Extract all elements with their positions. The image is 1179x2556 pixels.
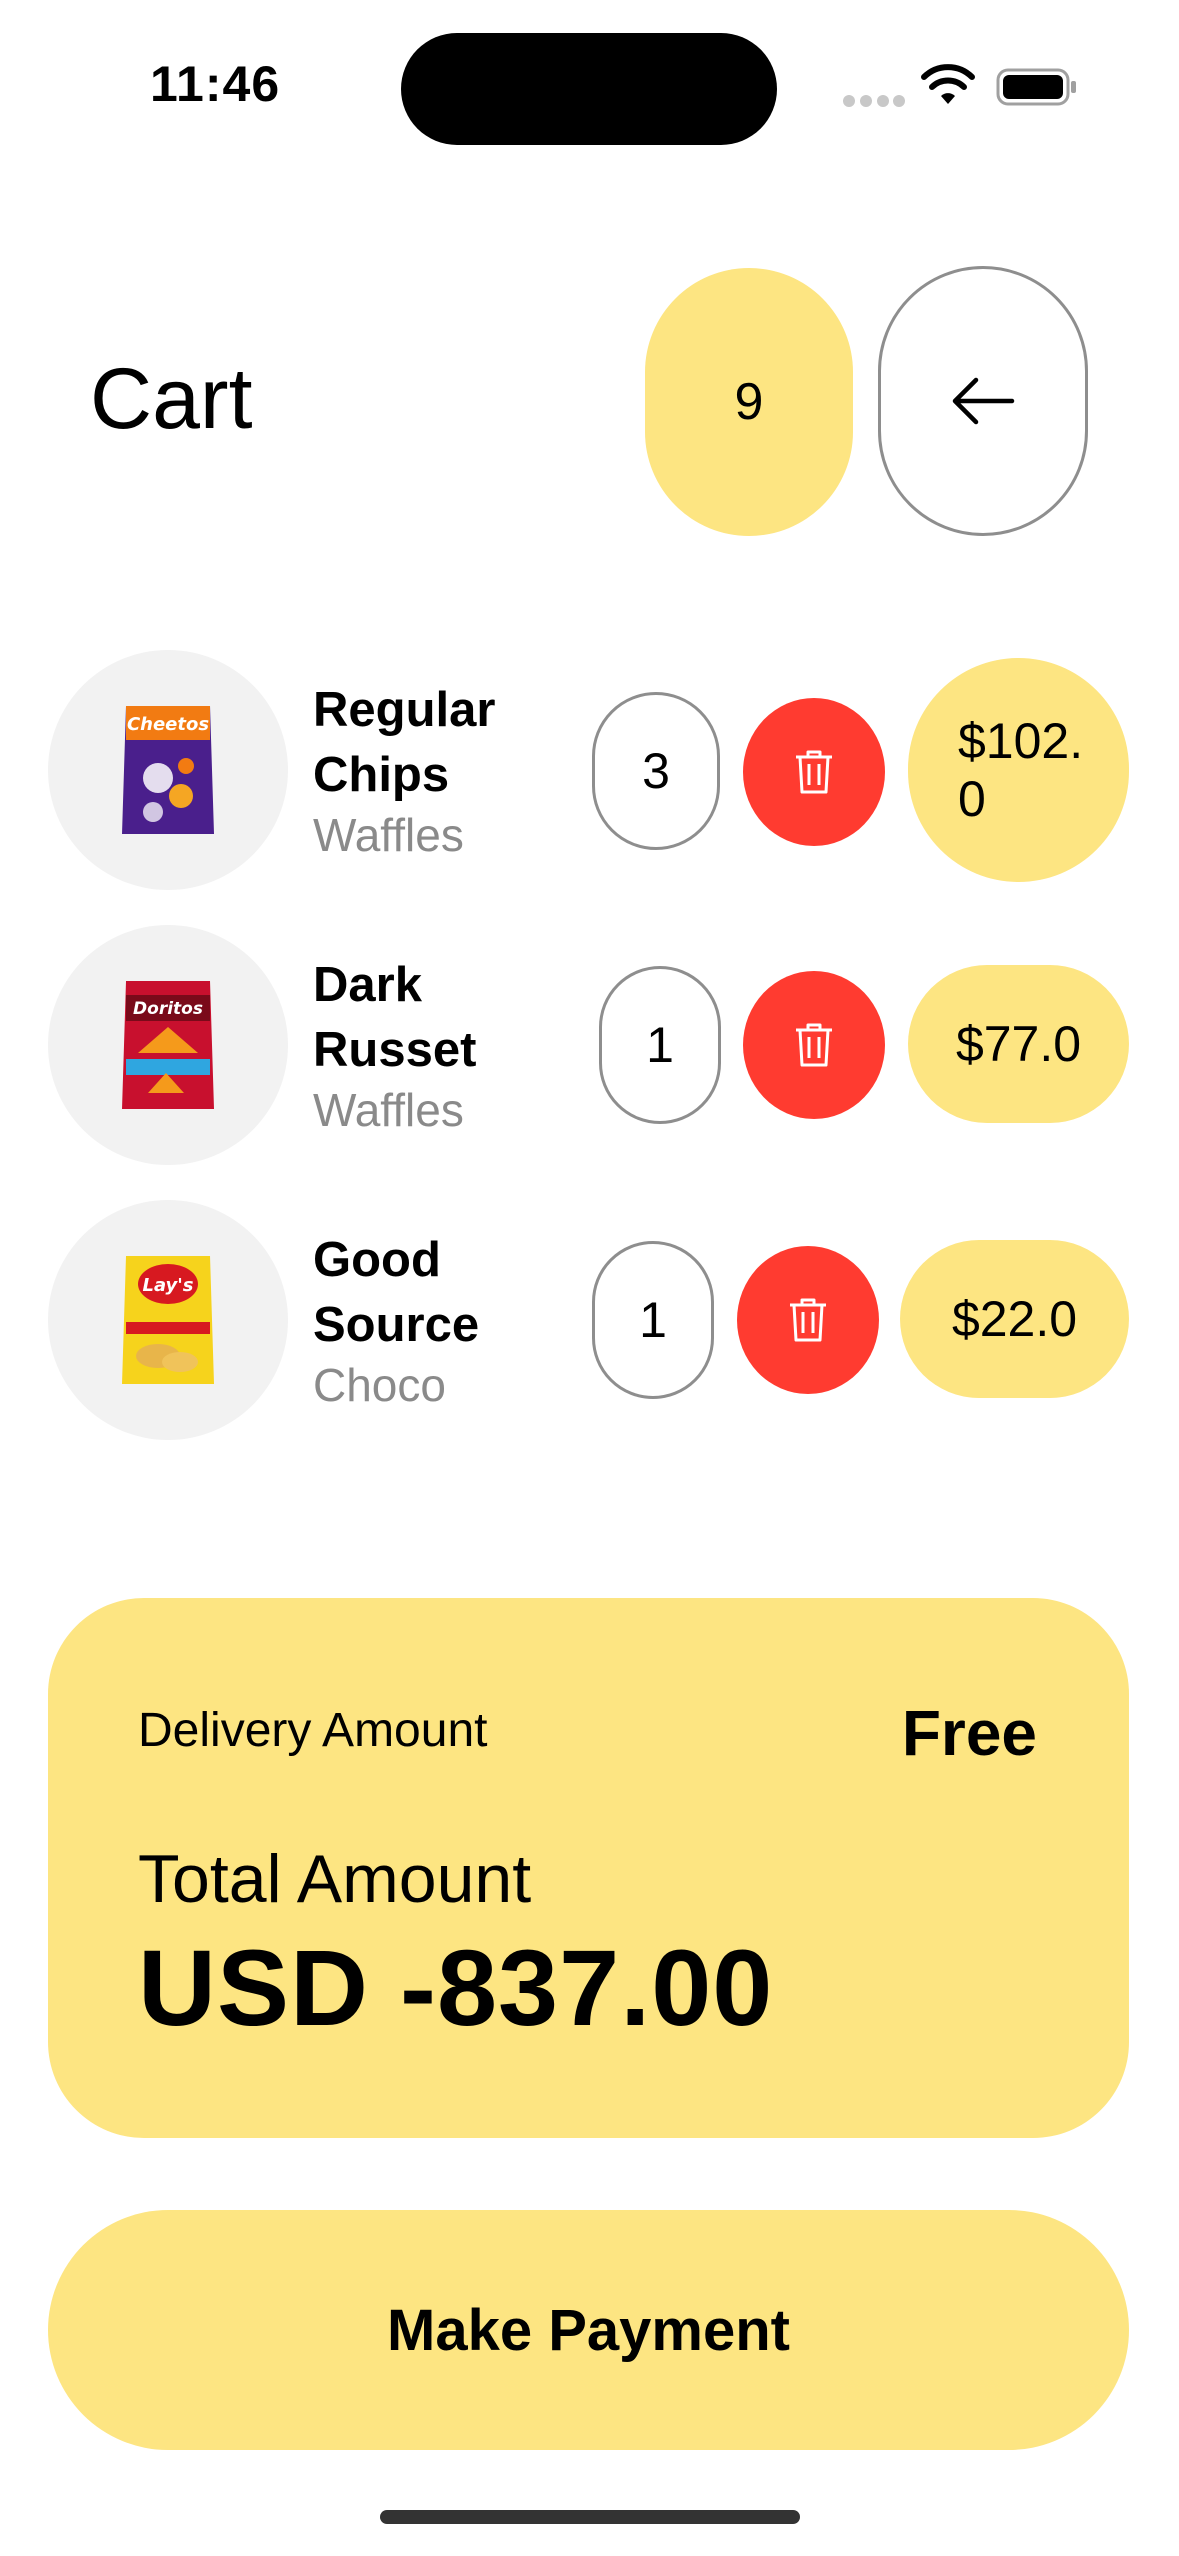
product-image: Lay's bbox=[48, 1200, 288, 1440]
delivery-amount-label: Delivery Amount bbox=[138, 1704, 488, 1757]
trash-icon bbox=[790, 1298, 826, 1342]
item-name: Regular Chips bbox=[313, 683, 496, 802]
item-price: $102. 0 bbox=[908, 658, 1129, 882]
item-subtitle: Choco bbox=[313, 1359, 446, 1411]
item-subtitle: Waffles bbox=[313, 1084, 464, 1136]
doritos-brand-label: Doritos bbox=[133, 999, 203, 1019]
quantity-stepper[interactable]: 1 bbox=[592, 1241, 714, 1399]
wifi-icon bbox=[921, 64, 975, 104]
doritos-bag-image: Doritos bbox=[122, 981, 214, 1109]
total-amount-label: Total Amount bbox=[138, 1841, 532, 1917]
product-image: Doritos bbox=[48, 925, 288, 1165]
quantity-stepper[interactable]: 1 bbox=[599, 966, 721, 1124]
item-name: Dark Russet bbox=[313, 958, 477, 1077]
cart-count-badge[interactable]: 9 bbox=[645, 268, 853, 536]
total-amount-value: USD -837.00 bbox=[138, 1927, 774, 2048]
item-price: $22.0 bbox=[900, 1240, 1129, 1398]
cart-item: Lay's Good Source Choco 1 $22.0 bbox=[0, 1198, 1179, 1458]
item-name: Good Source bbox=[313, 1233, 480, 1352]
back-button[interactable] bbox=[878, 266, 1088, 536]
product-image: Cheetos bbox=[48, 650, 288, 890]
item-subtitle: Waffles bbox=[313, 809, 464, 861]
cellular-signal-icon bbox=[843, 95, 905, 107]
trash-icon bbox=[796, 1023, 832, 1067]
lays-bag-image: Lay's bbox=[122, 1256, 214, 1384]
cheetos-brand-label: Cheetos bbox=[127, 714, 209, 735]
item-price: $77.0 bbox=[908, 965, 1129, 1123]
trash-icon bbox=[796, 750, 832, 794]
delete-button[interactable] bbox=[743, 971, 885, 1119]
cart-item: Cheetos Regular Chips Waffles 3 $102. 0 bbox=[0, 648, 1179, 908]
delete-button[interactable] bbox=[737, 1246, 879, 1394]
lays-brand-label: Lay's bbox=[142, 1275, 193, 1296]
home-indicator[interactable] bbox=[380, 2510, 800, 2524]
arrow-left-icon bbox=[952, 377, 1015, 425]
make-payment-button[interactable]: Make Payment bbox=[48, 2210, 1129, 2450]
quantity-stepper[interactable]: 3 bbox=[592, 692, 720, 850]
cart-item: Doritos Dark Russet Waffles 1 $77.0 bbox=[0, 923, 1179, 1183]
cheetos-bag-image: Cheetos bbox=[122, 706, 214, 834]
page-title: Cart bbox=[90, 351, 253, 447]
delivery-amount-value: Free bbox=[901, 1697, 1037, 1769]
delete-button[interactable] bbox=[743, 698, 885, 846]
status-time: 11:46 bbox=[150, 56, 281, 112]
battery-icon bbox=[996, 68, 1076, 106]
dynamic-island bbox=[401, 33, 777, 145]
